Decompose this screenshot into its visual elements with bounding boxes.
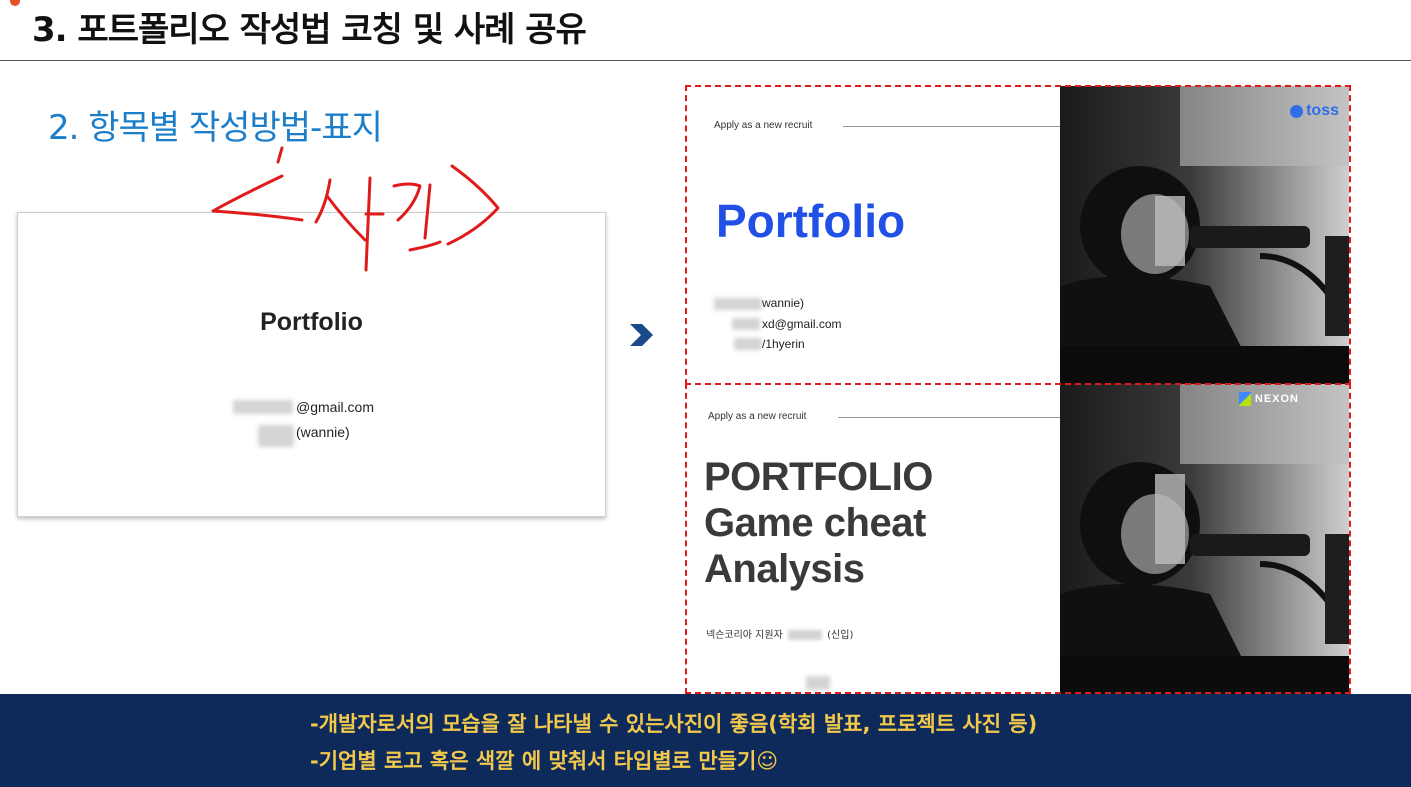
caption-line-1: -개발자로서의 모습을 잘 나타낼 수 있는사진이 좋음(학회 발표, 프로젝트… (310, 712, 1038, 736)
header-accent-dot (10, 0, 20, 6)
toss-info-line-2: xd@gmail.com (762, 317, 842, 331)
redacted-email-user (233, 400, 293, 414)
plain-portfolio-cover: Portfolio @gmail.com (wannie) (17, 212, 606, 517)
chevron-right-icon (630, 324, 653, 346)
nexon-applicant-line: 넥슨코리아 지원자 (신입) (706, 626, 853, 641)
title-divider (0, 60, 1411, 61)
nexon-logo-text: NEXON (1254, 393, 1299, 405)
nexon-logo-mark (1238, 392, 1251, 406)
toss-cover-title: Portfolio (716, 195, 906, 247)
toss-logo-text: toss (1306, 102, 1339, 119)
plain-cover-email: @gmail.com (296, 399, 375, 415)
redacted-toss-email (732, 318, 760, 330)
caption-line-2: -기업별 로고 혹은 색깔 에 맞춰서 타입별로 만들기☺ (310, 749, 779, 773)
toss-recruit-label: Apply as a new recruit (714, 120, 813, 131)
nexon-recruit-label: Apply as a new recruit (708, 411, 807, 422)
redacted-toss-link (734, 338, 762, 350)
redacted-applicant-name (787, 630, 822, 640)
nexon-applicant-prefix: 넥슨코리아 지원자 (706, 630, 783, 641)
caption-bar: -개발자로서의 모습을 잘 나타낼 수 있는사진이 좋음(학회 발표, 프로젝트… (0, 694, 1411, 787)
nexon-title-line-3: Analysis (704, 547, 865, 591)
slide-title: 3. 포트폴리오 작성법 코칭 및 사례 공유 (32, 10, 587, 50)
toss-portfolio-cover: Apply as a new recruit Portfolio wannie)… (686, 86, 1349, 384)
nexon-portfolio-cover: Apply as a new recruit PORTFOLIO Game ch… (686, 384, 1349, 694)
redacted-footer (806, 676, 830, 690)
nexon-title-line-2: Game cheat (704, 501, 926, 545)
section-subtitle: 2. 항목별 작성방법-표지 (48, 108, 383, 148)
plain-cover-handle: (wannie) (296, 424, 350, 440)
toss-info-line-1: wannie) (762, 296, 805, 310)
nexon-applicant-suffix: (신입) (827, 630, 854, 641)
toss-recruit-rule (843, 126, 1060, 127)
nexon-logo: NEXON (1238, 392, 1299, 406)
toss-logo: toss (1290, 102, 1339, 120)
nexon-recruit-rule (838, 417, 1060, 418)
nexon-title-line-1: PORTFOLIO (704, 455, 933, 499)
redacted-toss-name (714, 298, 762, 310)
plain-cover-title: Portfolio (260, 308, 363, 336)
nexon-presenter-photo (1060, 384, 1349, 694)
toss-logo-mark (1290, 104, 1304, 118)
redacted-name (258, 425, 294, 447)
toss-info-line-3: /1hyerin (762, 337, 805, 351)
toss-presenter-photo (1060, 86, 1349, 384)
